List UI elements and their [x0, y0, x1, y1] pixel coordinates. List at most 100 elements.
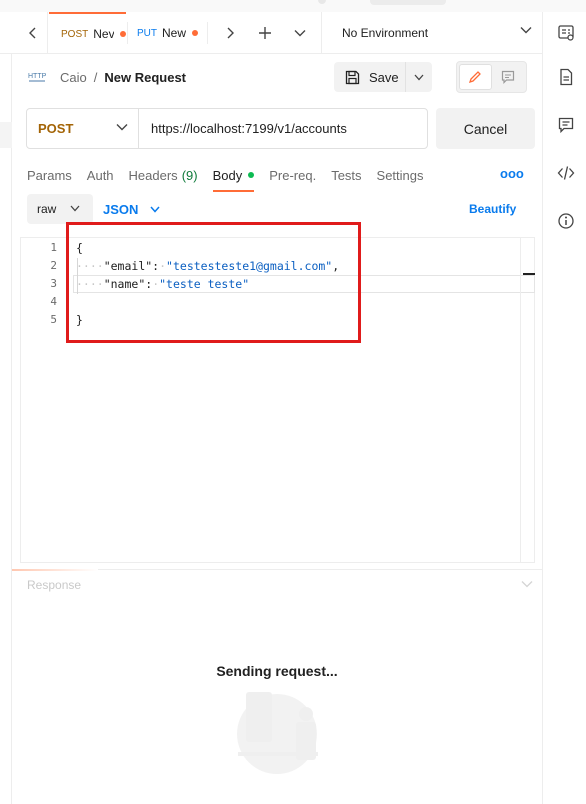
tab-method: PUT — [137, 27, 157, 39]
editor-scrollbar[interactable] — [520, 238, 535, 562]
save-label: Save — [369, 69, 399, 85]
body-language-select[interactable]: JSON — [103, 194, 160, 224]
comments-button[interactable] — [557, 116, 575, 134]
tab-scroll-right-button[interactable] — [220, 23, 240, 43]
tab-headers[interactable]: Headers (9) — [129, 163, 198, 187]
code-snippet-button[interactable] — [557, 164, 575, 182]
chevron-down-icon — [70, 205, 80, 212]
tab-label: Tests — [331, 167, 362, 183]
beautify-button[interactable]: Beautify — [469, 202, 516, 216]
http-icon: HTTP — [28, 73, 46, 82]
line-number: 5 — [50, 313, 57, 326]
code-line: { — [76, 241, 83, 255]
tab-put-request[interactable]: PUT New — [125, 12, 207, 54]
json-value: "teste teste" — [159, 277, 250, 291]
breadcrumb-separator: / — [93, 69, 98, 85]
body-mode-select[interactable]: raw — [27, 194, 93, 224]
tab-label: New — [162, 26, 187, 40]
tab-label: Settings — [376, 167, 424, 183]
headers-count: (9) — [181, 167, 198, 183]
cancel-button[interactable]: Cancel — [436, 108, 535, 149]
tab-scroll-left-button[interactable] — [18, 12, 48, 54]
breadcrumb: HTTP Caio / New Request — [28, 62, 186, 92]
request-info-button[interactable] — [557, 212, 575, 230]
environment-label: No Environment — [342, 26, 429, 40]
tab-body[interactable]: Body — [212, 163, 255, 192]
method-label: POST — [38, 121, 74, 136]
chevron-down-icon — [294, 30, 306, 37]
json-value: "testesteste1@gmail.com" — [166, 259, 333, 273]
tab-label: Auth — [86, 167, 114, 183]
scrollbar-cursor-marker — [523, 273, 535, 275]
comment-mode-button[interactable] — [492, 64, 524, 90]
tab-label: Nev — [93, 27, 115, 41]
tab-bar: POST Nev PUT New No Environment — [0, 12, 586, 54]
whitespace-marker: ···· — [76, 259, 104, 273]
documentation-button[interactable] — [557, 68, 575, 86]
chevron-down-icon[interactable] — [521, 580, 533, 588]
tab-post-request[interactable]: POST Nev — [49, 12, 126, 54]
window-indicator — [318, 0, 326, 4]
sidebar-marker — [0, 122, 12, 148]
url-bar: POST — [26, 108, 428, 149]
more-options-button[interactable]: ooo — [500, 166, 524, 181]
body-toolbar: raw JSON — [27, 194, 160, 224]
line-number: 4 — [50, 295, 57, 308]
json-key: "name" — [103, 277, 146, 291]
request-tabs: Params Auth Headers (9) Body Pre-req. Tes… — [27, 163, 439, 192]
tab-method: POST — [61, 28, 89, 40]
save-icon — [345, 70, 360, 84]
environment-quick-look-icon — [558, 25, 574, 41]
code-line: } — [76, 313, 83, 327]
edit-mode-button[interactable] — [459, 64, 492, 90]
tab-label: Pre-req. — [269, 167, 317, 183]
code-line: ····"email":·"testesteste1@gmail.com", — [76, 259, 339, 273]
tab-label: Headers — [128, 167, 178, 183]
left-sidebar-collapsed — [0, 54, 12, 804]
window-handle — [370, 0, 446, 5]
body-language-label: JSON — [103, 201, 139, 217]
tab-auth[interactable]: Auth — [87, 163, 114, 187]
chevron-left-icon — [28, 27, 35, 39]
window-top-strip — [0, 0, 586, 12]
chevron-right-icon — [227, 27, 234, 39]
url-input[interactable] — [139, 109, 427, 148]
line-number: 2 — [50, 259, 57, 272]
json-key: "email" — [103, 259, 153, 273]
breadcrumb-collection[interactable]: Caio — [60, 70, 87, 85]
comments-icon — [558, 117, 574, 134]
line-gutter: 1 2 3 4 5 — [21, 238, 65, 562]
tab-settings[interactable]: Settings — [377, 163, 424, 187]
svg-text:HTTP: HTTP — [28, 73, 46, 80]
view-mode-toggle — [456, 61, 527, 93]
tab-label: Body — [212, 167, 243, 183]
whitespace-marker: ···· — [76, 277, 104, 291]
tab-tests[interactable]: Tests — [331, 163, 361, 187]
environment-select[interactable]: No Environment — [321, 12, 542, 54]
json-comma: , — [332, 259, 340, 273]
request-name[interactable]: New Request — [104, 70, 186, 85]
tab-divider — [207, 22, 208, 44]
line-number: 1 — [50, 241, 57, 254]
environment-quick-look-button[interactable] — [557, 24, 575, 42]
body-code-editor[interactable]: 1 2 3 4 5 { ····"email":·"testesteste1@g… — [20, 237, 535, 563]
loading-accent — [12, 569, 98, 571]
chevron-down-icon — [520, 27, 532, 34]
save-button-group: Save — [334, 62, 432, 92]
code-line: ····"name":·"teste teste" — [76, 277, 249, 291]
code-text: } — [76, 313, 83, 327]
response-divider[interactable] — [12, 569, 542, 571]
tab-params[interactable]: Params — [27, 163, 72, 187]
save-options-dropdown[interactable] — [406, 62, 432, 92]
tab-pre-request-script[interactable]: Pre-req. — [269, 163, 316, 187]
new-tab-button[interactable] — [255, 23, 275, 43]
save-button[interactable]: Save — [334, 62, 406, 92]
chevron-down-icon — [414, 74, 424, 80]
line-number: 3 — [50, 277, 57, 290]
code-text: { — [76, 241, 83, 255]
tab-list-dropdown[interactable] — [290, 23, 310, 43]
documentation-icon — [560, 68, 573, 86]
method-select[interactable]: POST — [27, 109, 139, 148]
chevron-down-icon — [116, 124, 128, 131]
sending-request-illustration — [237, 692, 318, 774]
